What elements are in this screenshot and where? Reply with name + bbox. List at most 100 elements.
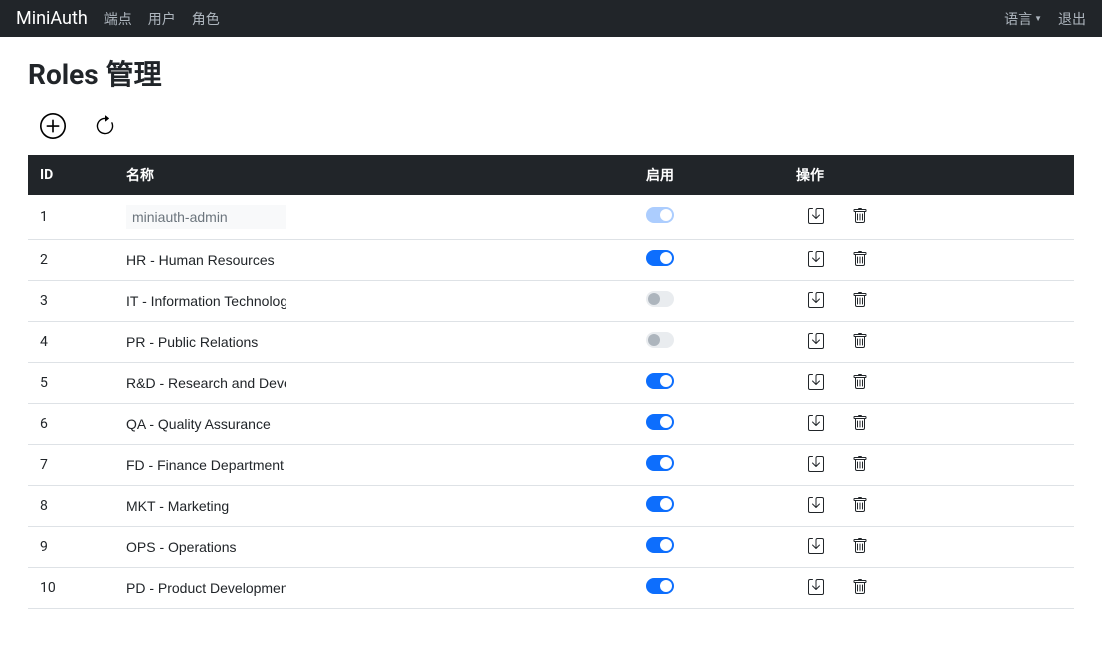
nav-link-endpoints[interactable]: 端点 <box>104 9 132 29</box>
cell-name <box>118 404 638 445</box>
trash-icon <box>852 497 868 516</box>
cell-id: 6 <box>28 404 118 445</box>
cell-id: 9 <box>28 527 118 568</box>
save-icon <box>808 415 824 434</box>
table-row: 8 <box>28 486 1074 527</box>
trash-icon <box>852 292 868 311</box>
table-row: 5 <box>28 363 1074 404</box>
enable-toggle[interactable] <box>646 291 674 307</box>
save-button[interactable] <box>808 208 824 227</box>
name-input[interactable] <box>126 537 286 557</box>
brand[interactable]: MiniAuth <box>16 8 88 29</box>
name-input[interactable] <box>126 291 286 311</box>
refresh-button[interactable] <box>94 115 116 137</box>
name-input[interactable] <box>126 414 286 434</box>
enable-toggle[interactable] <box>646 455 674 471</box>
delete-button[interactable] <box>852 208 868 227</box>
save-icon <box>808 333 824 352</box>
cell-id: 4 <box>28 322 118 363</box>
cell-enable <box>638 363 788 404</box>
delete-button[interactable] <box>852 456 868 475</box>
cell-name <box>118 240 638 281</box>
logout-link[interactable]: 退出 <box>1058 9 1086 29</box>
enable-toggle[interactable] <box>646 414 674 430</box>
trash-icon <box>852 579 868 598</box>
enable-toggle[interactable] <box>646 332 674 348</box>
enable-toggle[interactable] <box>646 578 674 594</box>
header-enable: 启用 <box>638 155 788 195</box>
save-button[interactable] <box>808 538 824 557</box>
cell-actions <box>788 240 1074 281</box>
delete-button[interactable] <box>852 497 868 516</box>
name-input[interactable] <box>126 455 286 475</box>
navbar-right: 语言 ▼ 退出 <box>1004 9 1086 29</box>
cell-actions <box>788 363 1074 404</box>
save-icon <box>808 579 824 598</box>
save-button[interactable] <box>808 579 824 598</box>
save-button[interactable] <box>808 374 824 393</box>
cell-actions <box>788 281 1074 322</box>
cell-name <box>118 527 638 568</box>
enable-toggle[interactable] <box>646 373 674 389</box>
delete-button[interactable] <box>852 292 868 311</box>
toolbar <box>0 101 1102 155</box>
name-input[interactable] <box>126 373 286 393</box>
save-button[interactable] <box>808 251 824 270</box>
cell-actions <box>788 195 1074 240</box>
save-button[interactable] <box>808 292 824 311</box>
enable-toggle <box>646 207 674 223</box>
cell-name <box>118 281 638 322</box>
save-icon <box>808 251 824 270</box>
delete-button[interactable] <box>852 415 868 434</box>
cell-name <box>118 486 638 527</box>
save-icon <box>808 456 824 475</box>
name-input[interactable] <box>126 205 286 229</box>
table-row: 7 <box>28 445 1074 486</box>
enable-toggle[interactable] <box>646 537 674 553</box>
nav-link-users[interactable]: 用户 <box>148 9 176 29</box>
cell-name <box>118 568 638 609</box>
table-row: 10 <box>28 568 1074 609</box>
cell-enable <box>638 404 788 445</box>
enable-toggle[interactable] <box>646 496 674 512</box>
trash-icon <box>852 333 868 352</box>
cell-id: 2 <box>28 240 118 281</box>
navbar-left: MiniAuth 端点 用户 角色 <box>16 8 220 29</box>
roles-table-container: ID 名称 启用 操作 12345678910 <box>0 155 1102 609</box>
cell-enable <box>638 486 788 527</box>
language-dropdown[interactable]: 语言 ▼ <box>1004 9 1042 29</box>
add-button[interactable] <box>40 113 66 139</box>
table-header-row: ID 名称 启用 操作 <box>28 155 1074 195</box>
save-button[interactable] <box>808 415 824 434</box>
delete-button[interactable] <box>852 374 868 393</box>
cell-name <box>118 363 638 404</box>
delete-button[interactable] <box>852 579 868 598</box>
navbar: MiniAuth 端点 用户 角色 语言 ▼ 退出 <box>0 0 1102 37</box>
cell-name <box>118 195 638 240</box>
save-button[interactable] <box>808 333 824 352</box>
save-button[interactable] <box>808 456 824 475</box>
delete-button[interactable] <box>852 251 868 270</box>
save-icon <box>808 538 824 557</box>
save-icon <box>808 208 824 227</box>
delete-button[interactable] <box>852 333 868 352</box>
table-row: 3 <box>28 281 1074 322</box>
cell-id: 7 <box>28 445 118 486</box>
cell-id: 10 <box>28 568 118 609</box>
chevron-down-icon: ▼ <box>1034 14 1042 23</box>
name-input[interactable] <box>126 496 286 516</box>
trash-icon <box>852 415 868 434</box>
header-id: ID <box>28 155 118 195</box>
delete-button[interactable] <box>852 538 868 557</box>
nav-link-roles[interactable]: 角色 <box>192 9 220 29</box>
name-input[interactable] <box>126 578 286 598</box>
name-input[interactable] <box>126 332 286 352</box>
name-input[interactable] <box>126 250 286 270</box>
enable-toggle[interactable] <box>646 250 674 266</box>
header-name: 名称 <box>118 155 638 195</box>
page-title: Roles 管理 <box>28 53 1074 93</box>
cell-id: 3 <box>28 281 118 322</box>
cell-name <box>118 445 638 486</box>
roles-table: ID 名称 启用 操作 12345678910 <box>28 155 1074 609</box>
save-button[interactable] <box>808 497 824 516</box>
